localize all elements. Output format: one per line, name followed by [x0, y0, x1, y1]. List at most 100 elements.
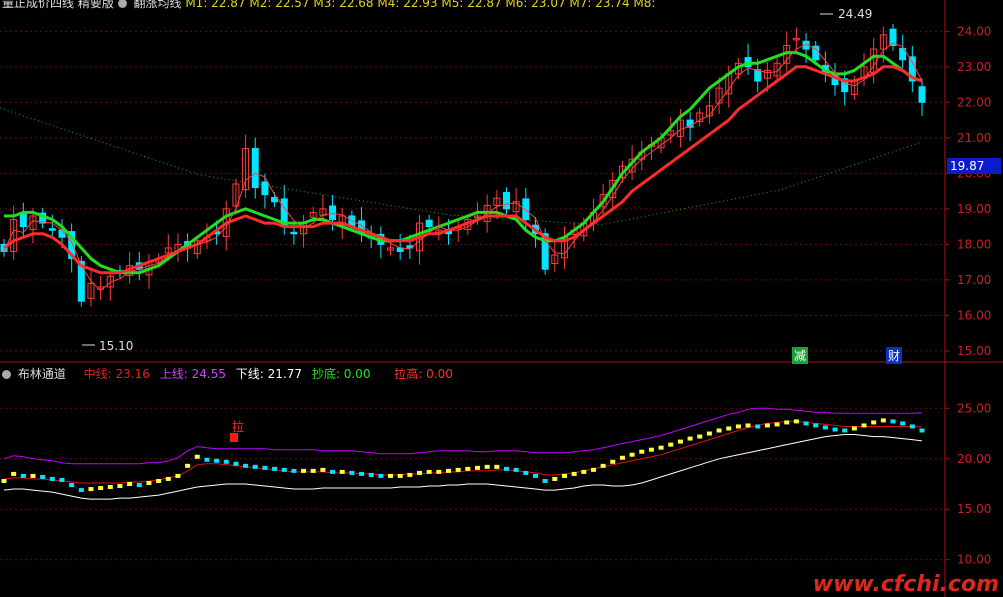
- boll-marker: [784, 420, 790, 425]
- candle-body: [425, 219, 433, 228]
- candle-body: [522, 198, 530, 221]
- tag-minus: 减: [792, 347, 809, 364]
- buy-value: 0.00: [343, 367, 371, 381]
- boll-marker: [503, 466, 509, 471]
- boll-marker: [127, 482, 133, 486]
- boll-marker: [59, 477, 65, 482]
- boll-marker: [851, 426, 857, 431]
- boll-marker: [880, 418, 886, 423]
- boll-marker: [813, 423, 819, 428]
- boll-marker: [648, 447, 654, 452]
- y-tick-label: 16.00: [957, 308, 991, 322]
- boll-marker: [561, 473, 567, 478]
- boll-marker: [310, 468, 316, 473]
- up-label: 上线:: [159, 367, 188, 381]
- ma-green-line: [4, 51, 923, 275]
- boll-marker: [600, 463, 606, 468]
- trend-line: [0, 107, 923, 226]
- indicator-name: 量正成价四线 精要版: [2, 0, 114, 10]
- down-label: 下线:: [235, 367, 264, 381]
- down-value: 21.77: [267, 367, 303, 381]
- boll-marker: [822, 425, 828, 430]
- y-tick-label: 21.00: [957, 131, 991, 145]
- watermark: www.cfchi.com: [812, 572, 999, 597]
- boll-marker: [919, 428, 925, 433]
- high-label: 24.49: [838, 7, 873, 21]
- y-tick-label: 24.00: [957, 24, 991, 38]
- boll-marker: [243, 463, 249, 468]
- boll-marker: [513, 467, 519, 472]
- boll-marker: [417, 470, 423, 475]
- candle-body: [261, 181, 269, 196]
- boll-marker: [581, 469, 587, 474]
- boll-marker: [474, 465, 480, 470]
- boll-marker: [658, 445, 664, 450]
- y-tick-label: 18.00: [957, 237, 991, 251]
- boll-marker: [136, 483, 142, 488]
- boll-marker: [523, 470, 529, 475]
- boll-marker: [291, 468, 297, 473]
- boll-marker: [687, 436, 693, 441]
- boll-marker: [252, 464, 258, 469]
- pull-label: 拉高:: [394, 367, 423, 381]
- boll-marker: [40, 474, 46, 479]
- boll-marker: [397, 473, 403, 478]
- boll-marker: [909, 424, 915, 429]
- boll-marker: [706, 431, 712, 436]
- boll-marker: [900, 421, 906, 426]
- boll-marker: [368, 472, 374, 477]
- boll-marker: [175, 473, 181, 478]
- boll-marker: [764, 423, 770, 428]
- boll-marker: [484, 464, 490, 469]
- boll-marker: [262, 465, 268, 470]
- boll-marker: [272, 466, 278, 471]
- boll-marker: [542, 478, 548, 483]
- boll-marker: [668, 442, 674, 447]
- boll-marker: [320, 467, 326, 472]
- mid-label: 中线:: [83, 367, 112, 381]
- boll-marker: [571, 471, 577, 476]
- boll-marker: [194, 454, 200, 459]
- boll-marker: [378, 473, 384, 478]
- boll-marker: [204, 457, 210, 462]
- candle-body: [918, 86, 926, 103]
- boll-marker: [107, 485, 113, 490]
- boll-marker: [465, 466, 471, 471]
- boll-marker: [359, 471, 365, 476]
- boll-marker: [590, 467, 596, 472]
- ma-red-line: [3, 65, 923, 275]
- main-indicator-name: 翻涨均线: [133, 0, 182, 10]
- y-tick-label: 25.00: [957, 401, 991, 415]
- boll-marker: [436, 469, 442, 474]
- settings-icon[interactable]: [117, 0, 127, 8]
- candle-body: [58, 229, 66, 238]
- candle-body: [19, 213, 27, 228]
- boll-marker: [716, 428, 722, 433]
- candle-body: [329, 205, 337, 221]
- collapse-icon[interactable]: [2, 370, 11, 379]
- boll-marker: [146, 480, 152, 485]
- boll-marker: [677, 439, 683, 444]
- mid-value: 23.16: [115, 367, 150, 381]
- boll-marker: [793, 419, 799, 424]
- boll-marker: [69, 483, 75, 488]
- pull-value: 0.00: [426, 367, 453, 381]
- boll-marker: [832, 427, 838, 432]
- candle-body: [290, 231, 298, 235]
- y-tick-label: 22.00: [957, 95, 991, 109]
- boll-marker: [330, 469, 336, 474]
- y-tick-label: 23.00: [957, 60, 991, 74]
- boll-marker: [301, 468, 307, 473]
- boll-line-upper: [3, 407, 923, 465]
- boll-marker: [30, 473, 36, 478]
- boll-marker: [11, 471, 17, 476]
- boll-marker: [88, 487, 94, 492]
- ma-values: M1: 22.87 M2: 22.57 M3: 22.68 M4: 22.93 …: [185, 0, 656, 10]
- boll-marker: [407, 472, 413, 477]
- y-tick-label: 19.00: [957, 202, 991, 216]
- boll-marker: [426, 469, 432, 474]
- boll-marker: [281, 467, 287, 472]
- candle-body: [251, 147, 259, 189]
- boll-marker: [165, 476, 171, 481]
- boll-marker: [745, 423, 751, 428]
